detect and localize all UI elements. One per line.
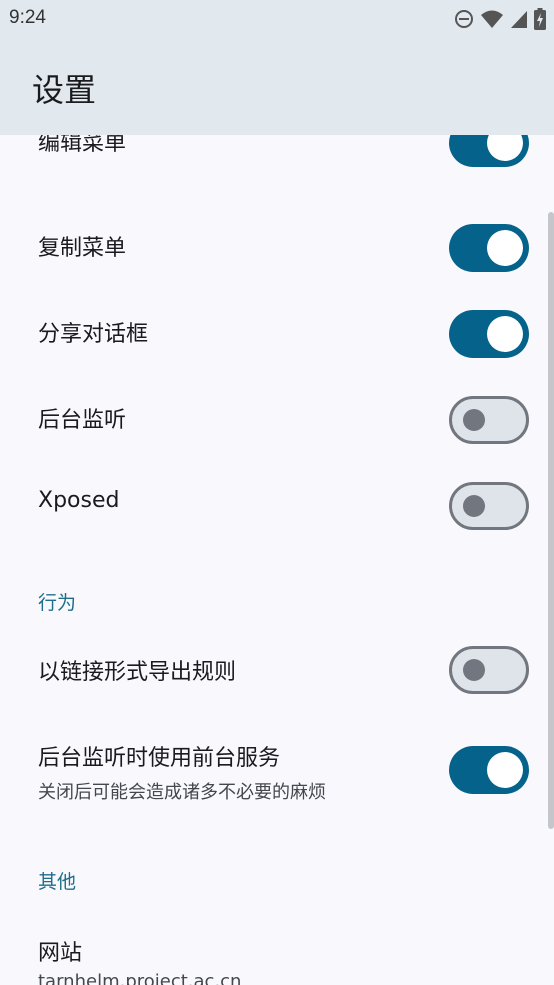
setting-background-listen[interactable]: 后台监听 bbox=[0, 373, 554, 459]
setting-export-as-link[interactable]: 以链接形式导出规则 bbox=[0, 625, 554, 711]
settings-list[interactable]: 编辑菜单 复制菜单 分享对话框 后台监听 Xposed 行为 以链接形式导出规则… bbox=[0, 135, 554, 985]
status-bar: 9:24 bbox=[0, 0, 554, 40]
setting-edit-menu-title: 编辑菜单 bbox=[38, 135, 127, 156]
setting-foreground-service[interactable]: 后台监听时使用前台服务 关闭后可能会造成诸多不必要的麻烦 bbox=[0, 720, 554, 820]
setting-foreground-service-summary: 关闭后可能会造成诸多不必要的麻烦 bbox=[38, 782, 326, 803]
setting-share-dialog[interactable]: 分享对话框 bbox=[0, 287, 554, 373]
scrollbar[interactable] bbox=[548, 212, 554, 829]
battery-charging-icon bbox=[534, 8, 546, 30]
signal-icon bbox=[511, 11, 527, 28]
do-not-disturb-icon bbox=[455, 10, 473, 28]
switch-thumb bbox=[463, 659, 485, 681]
setting-share-dialog-title: 分享对话框 bbox=[38, 322, 149, 347]
setting-xposed-title: Xposed bbox=[38, 488, 120, 513]
switch-thumb bbox=[463, 409, 485, 431]
setting-website-summary: tarnhelm.project.ac.cn bbox=[38, 971, 242, 985]
switch-thumb bbox=[463, 495, 485, 517]
setting-foreground-service-title: 后台监听时使用前台服务 bbox=[38, 746, 281, 771]
foreground-service-switch[interactable] bbox=[449, 746, 529, 794]
copy-menu-switch[interactable] bbox=[449, 224, 529, 272]
switch-thumb bbox=[487, 230, 523, 266]
section-header-other: 其他 bbox=[38, 871, 77, 893]
status-time: 9:24 bbox=[9, 7, 46, 28]
switch-thumb bbox=[487, 316, 523, 352]
export-as-link-switch[interactable] bbox=[449, 646, 529, 694]
setting-background-listen-title: 后台监听 bbox=[38, 408, 127, 433]
xposed-switch[interactable] bbox=[449, 482, 529, 530]
switch-thumb bbox=[487, 752, 523, 788]
setting-copy-menu[interactable]: 复制菜单 bbox=[0, 201, 554, 287]
setting-xposed[interactable]: Xposed bbox=[0, 459, 554, 545]
setting-copy-menu-title: 复制菜单 bbox=[38, 236, 127, 261]
status-icons bbox=[454, 6, 546, 32]
setting-edit-menu[interactable]: 编辑菜单 bbox=[0, 135, 554, 178]
setting-website-title: 网站 bbox=[38, 941, 83, 966]
background-listen-switch[interactable] bbox=[449, 396, 529, 444]
wifi-icon bbox=[481, 10, 503, 28]
app-bar: 设置 bbox=[0, 40, 554, 135]
page-title: 设置 bbox=[32, 71, 97, 109]
section-header-behavior: 行为 bbox=[38, 592, 77, 614]
edit-menu-switch[interactable] bbox=[449, 135, 529, 167]
share-dialog-switch[interactable] bbox=[449, 310, 529, 358]
setting-export-as-link-title: 以链接形式导出规则 bbox=[38, 660, 237, 685]
setting-website[interactable]: 网站 tarnhelm.project.ac.cn bbox=[0, 915, 554, 985]
switch-thumb bbox=[487, 135, 523, 161]
